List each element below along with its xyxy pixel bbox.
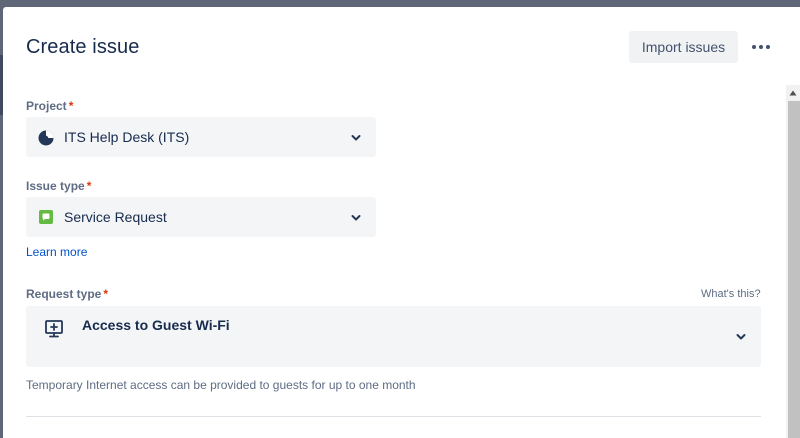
chevron-down-icon (736, 334, 746, 340)
scrollbar[interactable] (786, 85, 800, 438)
request-type-select[interactable]: Access to Guest Wi-Fi (26, 306, 761, 367)
request-type-value: Access to Guest Wi-Fi (82, 317, 230, 333)
project-value: ITS Help Desk (ITS) (64, 129, 190, 145)
monitor-plus-icon (45, 320, 63, 338)
required-marker: * (68, 99, 74, 113)
issue-type-select[interactable]: Service Request (26, 197, 376, 237)
import-issues-button[interactable]: Import issues (629, 31, 738, 63)
request-type-label: Request type * (26, 287, 109, 301)
chevron-down-icon (351, 135, 361, 141)
request-type-helper-text: Temporary Internet access can be provide… (26, 378, 416, 392)
whats-this-link[interactable]: What's this? (701, 288, 761, 300)
create-issue-dialog: Create issue Import issues Project * ITS … (3, 7, 800, 438)
scroll-thumb[interactable] (788, 101, 800, 438)
learn-more-link[interactable]: Learn more (26, 245, 87, 259)
required-marker: * (86, 179, 92, 193)
project-label: Project * (26, 99, 74, 113)
divider (26, 416, 761, 417)
more-horizontal-icon (752, 45, 756, 49)
scroll-up-button[interactable] (786, 85, 800, 101)
triangle-up-icon (789, 90, 797, 96)
more-actions-button[interactable] (747, 37, 775, 57)
required-marker: * (103, 287, 109, 301)
chevron-down-icon (351, 215, 361, 221)
project-avatar-icon (38, 130, 54, 146)
dialog-title: Create issue (26, 36, 140, 58)
issue-type-label: Issue type * (26, 179, 92, 193)
issue-type-value: Service Request (64, 209, 167, 225)
service-request-icon (39, 210, 53, 224)
project-select[interactable]: ITS Help Desk (ITS) (26, 117, 376, 157)
